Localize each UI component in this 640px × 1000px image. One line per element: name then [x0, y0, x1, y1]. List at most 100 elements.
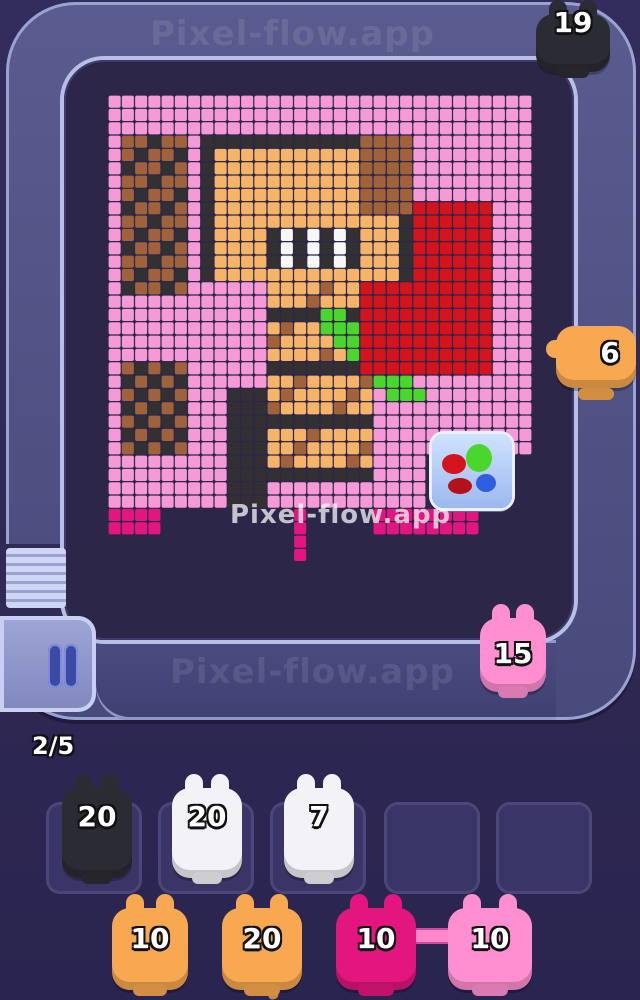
pixel-cell — [320, 268, 333, 282]
pixel-cell — [506, 348, 519, 362]
pixel-cell — [426, 362, 439, 375]
queue-pig[interactable]: 10 — [448, 894, 532, 996]
pixel-cell — [121, 508, 134, 522]
pixel-cell — [386, 162, 399, 175]
pixel-cell — [241, 228, 254, 242]
pixel-cell — [320, 322, 333, 335]
pixel-cell — [254, 415, 267, 428]
conveyor-pig-bottom[interactable]: 15 — [480, 604, 546, 698]
pig-feet — [498, 686, 528, 698]
pixel-cell — [121, 242, 134, 255]
pixel-cell — [135, 215, 148, 228]
pixel-cell — [161, 295, 174, 308]
pixel-cell — [214, 468, 227, 482]
pixel-cell — [400, 122, 413, 135]
slot-pig[interactable]: 7 — [284, 774, 354, 884]
pixel-cell — [347, 295, 360, 308]
pixel-cell — [413, 442, 426, 455]
pixel-cell — [413, 188, 426, 202]
pixel-cell — [280, 122, 293, 135]
pixel-cell — [373, 188, 386, 202]
pixel-cell — [386, 348, 399, 362]
pixel-cell — [267, 175, 280, 188]
pixel-cell — [280, 335, 293, 348]
pixel-cell — [254, 175, 267, 188]
queue-pig[interactable]: 20 — [222, 894, 302, 996]
pixel-cell — [386, 322, 399, 335]
mystery-box[interactable] — [432, 434, 512, 508]
pixel-cell — [121, 428, 134, 442]
pixel-cell — [347, 215, 360, 228]
pixel-cell — [241, 415, 254, 428]
pixel-cell — [161, 322, 174, 335]
pixel-cell — [439, 95, 452, 108]
pixel-cell — [267, 455, 280, 468]
pixel-cell — [360, 228, 373, 242]
pixel-cell — [492, 228, 505, 242]
pixel-cell — [360, 468, 373, 482]
pixel-cell — [135, 415, 148, 428]
pixel-cell — [439, 242, 452, 255]
pixel-cell — [161, 468, 174, 482]
holding-slot-5[interactable] — [496, 802, 592, 894]
pixel-cell — [121, 202, 134, 215]
pixel-cell — [294, 375, 307, 388]
pixel-cell — [254, 135, 267, 148]
pixel-cell — [174, 335, 187, 348]
pixel-cell — [373, 455, 386, 468]
pixel-cell — [294, 322, 307, 335]
pixel-cell — [108, 268, 121, 282]
queue-pig[interactable]: 10 — [112, 894, 188, 996]
pixel-cell — [254, 162, 267, 175]
pixel-cell — [294, 175, 307, 188]
pixel-cell — [360, 402, 373, 415]
pixel-cell — [347, 468, 360, 482]
pixel-cell — [413, 428, 426, 442]
pixel-cell — [466, 282, 479, 295]
pixel-cell — [121, 495, 134, 508]
pixel-cell — [492, 268, 505, 282]
pixel-cell — [214, 362, 227, 375]
pixel-cell — [519, 188, 532, 202]
pixel-cell — [135, 308, 148, 322]
pixel-cell — [426, 242, 439, 255]
pixel-cell — [161, 188, 174, 202]
pixel-cell — [188, 228, 201, 242]
game-stage: Pixel-flow.app Pixel-flow.app Pixel-flow… — [0, 0, 640, 1000]
pixel-cell — [201, 348, 214, 362]
pixel-cell — [148, 282, 161, 295]
pixel-cell — [227, 388, 240, 402]
pixel-cell — [519, 295, 532, 308]
pixel-cell — [161, 455, 174, 468]
slot-pig[interactable]: 20 — [172, 774, 242, 884]
pixel-cell — [241, 388, 254, 402]
pixel-cell — [320, 162, 333, 175]
slot-pig[interactable]: 20 — [62, 774, 132, 884]
launcher[interactable] — [0, 616, 96, 712]
pixel-cell — [201, 122, 214, 135]
conveyor-pig-right[interactable]: 6 — [546, 318, 636, 400]
pixel-cell — [108, 388, 121, 402]
pixel-cell — [254, 202, 267, 215]
pixel-cell — [519, 148, 532, 162]
pixel-cell — [188, 215, 201, 228]
holding-slot-4[interactable] — [384, 802, 480, 894]
pixel-cell — [320, 375, 333, 388]
pixel-cell — [453, 148, 466, 162]
pixel-cell — [320, 468, 333, 482]
pixel-cell — [161, 268, 174, 282]
pixel-cell — [492, 175, 505, 188]
pixel-cell — [280, 148, 293, 162]
pixel-cell — [360, 175, 373, 188]
queue-pig[interactable]: 10 — [336, 894, 416, 996]
pixel-cell — [135, 522, 148, 535]
pig-count: 20 — [242, 922, 282, 955]
pixel-cell — [267, 428, 280, 442]
pixel-cell — [108, 522, 121, 535]
pixel-cell — [174, 455, 187, 468]
pixel-cell — [426, 215, 439, 228]
pixel-cell — [254, 482, 267, 495]
pixel-cell — [121, 522, 134, 535]
conveyor-pig-top[interactable]: 19 — [536, 0, 610, 78]
pixel-cell — [254, 322, 267, 335]
